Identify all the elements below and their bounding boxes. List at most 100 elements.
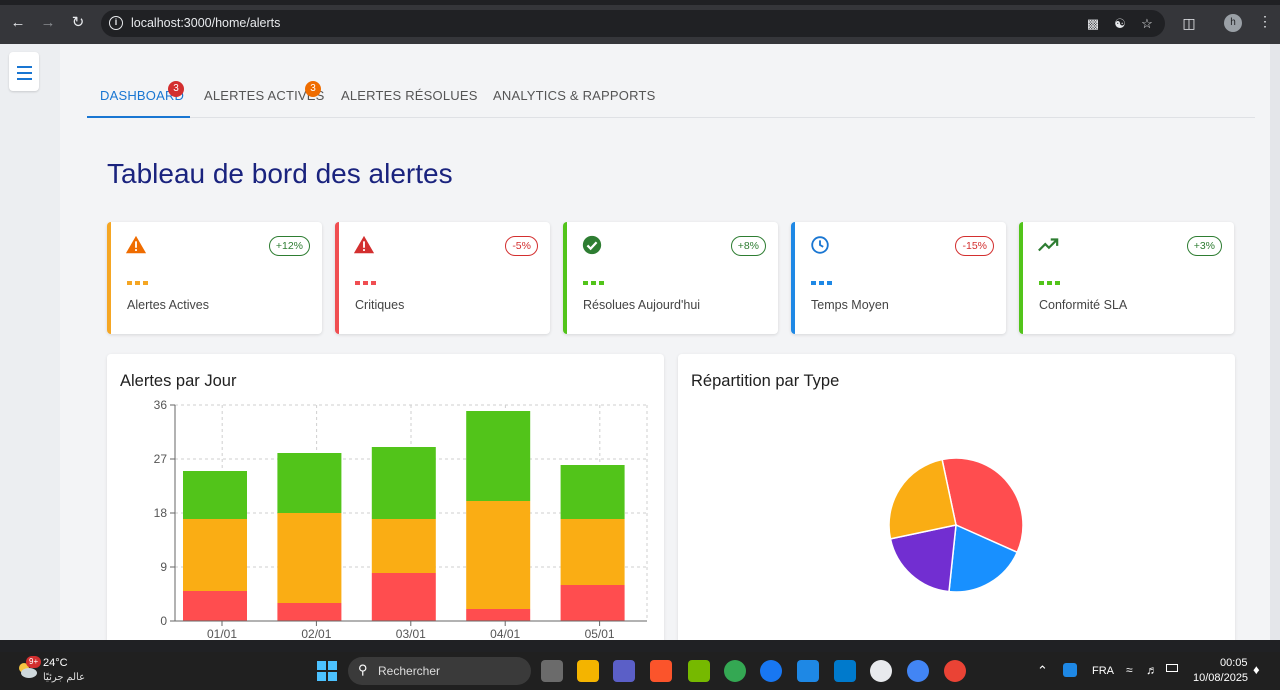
clock-icon — [811, 236, 829, 254]
bar-segment — [183, 519, 247, 591]
bar-segment — [371, 447, 436, 519]
task-view-icon[interactable] — [541, 660, 563, 682]
left-rail — [0, 44, 60, 640]
y-tick-label: 18 — [154, 506, 168, 520]
weather-badge: 9+ — [26, 656, 42, 668]
loading-dots — [811, 281, 832, 285]
kpi-label: Alertes Actives — [127, 298, 209, 312]
bar-segment — [371, 519, 436, 573]
bar-segment — [277, 603, 342, 621]
site-info-icon[interactable]: i — [109, 16, 123, 30]
weather-description[interactable]: عالم جرئيًا — [43, 672, 85, 683]
clock-time[interactable]: 00:05 — [1220, 657, 1248, 669]
address-bar[interactable]: i localhost:3000/home/alerts ▩ ☯ ☆ — [101, 10, 1165, 37]
windows-start-icon[interactable] — [316, 660, 338, 682]
vertical-scrollbar[interactable] — [1270, 44, 1280, 640]
check-circle-icon — [582, 235, 602, 255]
tab-analytics[interactable]: ANALYTICS & RAPPORTS — [493, 88, 655, 103]
loading-dots — [583, 281, 604, 285]
loading-dots — [127, 281, 148, 285]
trending-up-icon — [1038, 238, 1059, 252]
weather-temperature[interactable]: 24°C — [43, 657, 68, 669]
notepad-icon[interactable] — [797, 660, 819, 682]
x-tick-label: 04/01 — [490, 627, 520, 640]
kpi-card-resolved-today[interactable]: +8% Résolues Aujourd'hui — [563, 222, 778, 334]
active-tab-indicator — [87, 116, 190, 118]
clock-date[interactable]: 10/08/2025 — [1193, 672, 1248, 684]
bar-segment — [277, 453, 342, 513]
reload-icon[interactable]: ↻ — [69, 14, 87, 32]
forward-arrow-icon[interactable]: → — [39, 14, 57, 32]
bar-segment — [277, 513, 342, 603]
search-placeholder: Rechercher — [378, 664, 441, 678]
bar-segment — [466, 411, 531, 501]
menu-toggle-button[interactable] — [9, 52, 39, 91]
warning-icon — [353, 235, 375, 254]
page-title: Tableau de bord des alertes — [107, 158, 453, 189]
profile-avatar[interactable]: h — [1224, 14, 1242, 32]
security-shield-icon[interactable] — [1063, 663, 1077, 677]
vscode-icon[interactable] — [834, 660, 856, 682]
notification-bell-icon[interactable]: ♦ — [1253, 662, 1260, 677]
loading-dots — [355, 281, 376, 285]
nvidia-icon[interactable] — [688, 660, 710, 682]
kpi-card-critical[interactable]: -5% Critiques — [335, 222, 550, 334]
chrome-profile-2-icon[interactable] — [944, 660, 966, 682]
volume-icon[interactable]: ♬ — [1146, 663, 1158, 677]
bar-segment — [371, 573, 436, 621]
x-tick-label: 02/01 — [301, 627, 331, 640]
kpi-change-chip: -5% — [505, 236, 538, 256]
bar-segment — [560, 519, 625, 585]
file-explorer-icon[interactable] — [577, 660, 599, 682]
kpi-change-chip: -15% — [955, 236, 994, 256]
kpi-label: Critiques — [355, 298, 405, 312]
tab-resolved-alerts[interactable]: ALERTES RÉSOLUES — [341, 88, 478, 103]
chrome-icon[interactable] — [724, 660, 746, 682]
bar-segment — [466, 501, 531, 609]
x-tick-label: 03/01 — [396, 627, 426, 640]
loading-dots — [1039, 281, 1060, 285]
panel-title: Alertes par Jour — [120, 372, 237, 390]
translate-icon[interactable]: ☯ — [1111, 15, 1129, 33]
bookmark-star-icon[interactable]: ☆ — [1138, 15, 1156, 33]
windows-taskbar: 9+ 24°C عالم جرئيًا ⚲ Rechercher ⌃ FRA ≈… — [0, 652, 1280, 690]
teams-icon[interactable] — [613, 660, 635, 682]
y-tick-label: 9 — [160, 560, 167, 574]
install-app-icon[interactable]: ▩ — [1084, 15, 1102, 33]
extensions-icon[interactable]: ◫ — [1179, 13, 1199, 33]
kpi-card-sla-compliance[interactable]: +3% Conformité SLA — [1019, 222, 1234, 334]
battery-icon[interactable] — [1166, 664, 1178, 672]
browser-menu-icon[interactable]: ⋮ — [1258, 13, 1272, 30]
bar-segment — [466, 609, 531, 621]
brave-icon[interactable] — [650, 660, 672, 682]
y-tick-label: 36 — [154, 398, 168, 412]
show-hidden-icons-chevron-icon[interactable]: ⌃ — [1037, 663, 1048, 679]
bar-segment — [560, 465, 625, 519]
facebook-icon[interactable] — [760, 660, 782, 682]
kpi-change-chip: +8% — [730, 236, 766, 256]
media-player-icon[interactable] — [870, 660, 892, 682]
kpi-card-average-time[interactable]: -15% Temps Moyen — [791, 222, 1006, 334]
taskbar-search[interactable]: ⚲ Rechercher — [348, 657, 531, 685]
kpi-change-chip: +3% — [1186, 236, 1222, 256]
tab-dashboard-badge: 3 — [168, 81, 184, 97]
kpi-label: Résolues Aujourd'hui — [583, 298, 701, 312]
warning-icon — [125, 235, 147, 254]
bar-segment — [183, 471, 247, 519]
bar-segment — [183, 591, 247, 621]
app-page: DASHBOARD 3 ALERTES ACTIVES 3 ALERTES RÉ… — [0, 44, 1280, 640]
search-icon: ⚲ — [358, 662, 368, 677]
wifi-icon[interactable]: ≈ — [1126, 663, 1133, 677]
kpi-change-chip: +12% — [268, 236, 310, 256]
tab-active-alerts-badge: 3 — [305, 81, 321, 97]
kpi-card-active-alerts[interactable]: +12% Alertes Actives — [107, 222, 322, 334]
chrome-profile-icon[interactable] — [907, 660, 929, 682]
url-text[interactable]: localhost:3000/home/alerts — [131, 16, 280, 30]
back-arrow-icon[interactable]: ← — [9, 14, 27, 32]
alerts-per-day-panel: Alertes par Jour 0 9 18 27 36 01/01 02/01 03/01… — [107, 354, 664, 640]
alerts-per-day-chart: 0 9 18 27 36 01/01 02/01 03/01 04/01 05/01 — [154, 398, 648, 640]
x-tick-label: 05/01 — [585, 627, 615, 640]
kpi-label: Temps Moyen — [811, 298, 889, 312]
tab-analytics-label: ANALYTICS & RAPPORTS — [493, 88, 656, 103]
language-indicator[interactable]: FRA — [1092, 665, 1114, 677]
